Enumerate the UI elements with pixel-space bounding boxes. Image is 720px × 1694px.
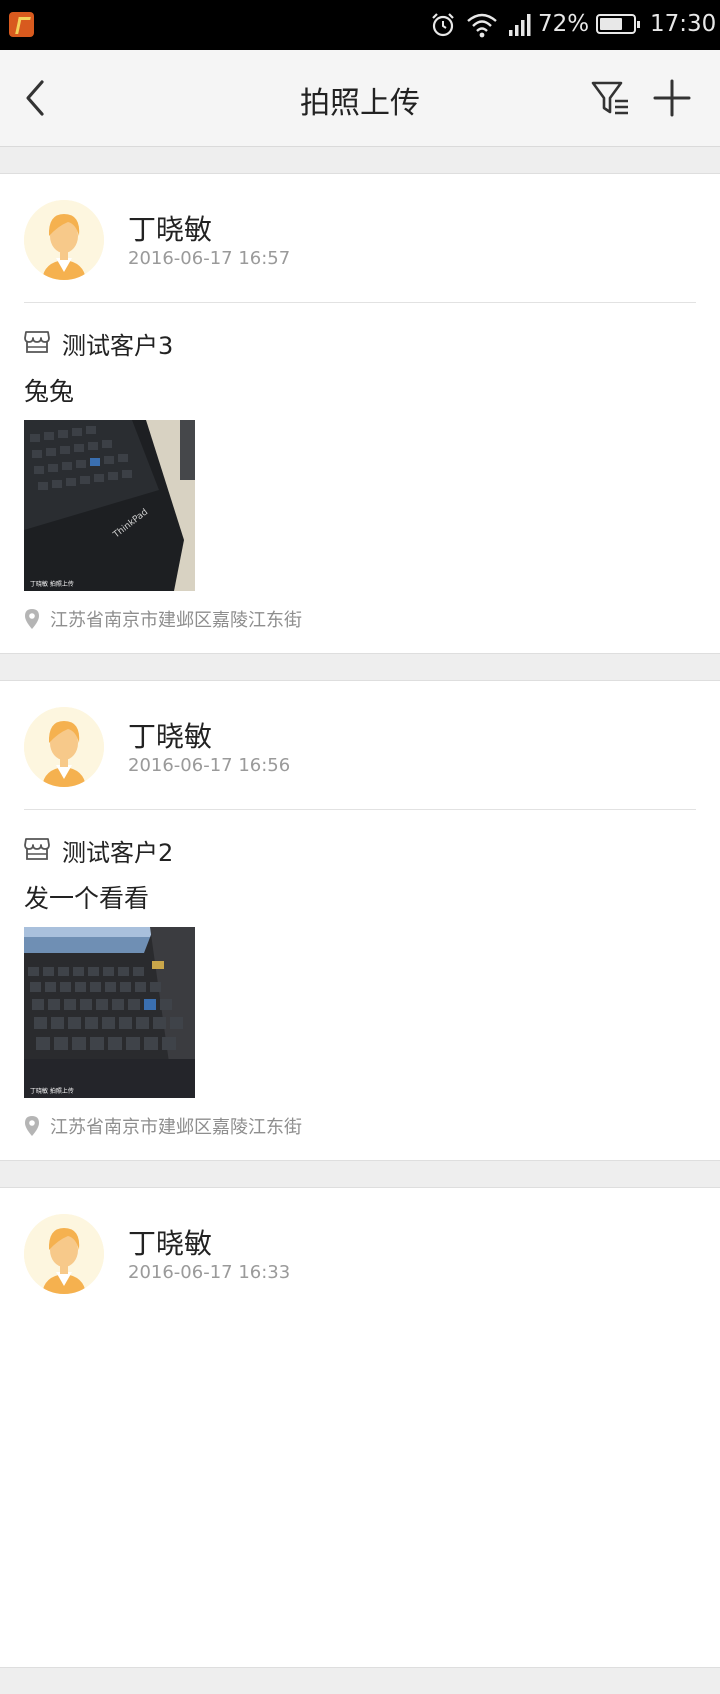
avatar[interactable] [24,1214,104,1294]
photo-caption: 丁晓敏 拍照上传 [30,581,74,588]
customer-name: 测试客户3 [62,332,174,360]
status-bar: 72% 17:30 [0,0,720,50]
photo-caption: 丁晓敏 拍照上传 [30,1088,74,1095]
signal-icon [509,14,531,36]
user-name: 丁晓敏 [128,720,213,753]
filter-icon[interactable] [588,76,632,120]
avatar[interactable] [24,707,104,787]
battery-icon [596,14,640,34]
post-photo[interactable]: 丁晓敏 拍照上传 [24,927,195,1098]
customer-name: 测试客户2 [62,839,174,867]
post-time: 2016-06-17 16:57 [128,248,291,269]
location-text: 江苏省南京市建邺区嘉陵江东街 [50,1117,302,1138]
user-name: 丁晓敏 [128,1227,213,1260]
plus-icon[interactable] [650,76,694,120]
photo-feed: 丁晓敏 2016-06-17 16:57 测试客户3 兔兔 ThinkPad 丁… [0,173,720,1694]
header-bar: 拍照上传 [0,50,720,147]
store-icon [24,838,50,860]
app-notification-icon [9,12,34,37]
user-name: 丁晓敏 [128,213,213,246]
divider [24,809,696,810]
location-text: 江苏省南京市建邺区嘉陵江东街 [50,610,302,631]
post-time: 2016-06-17 16:56 [128,755,291,776]
battery-percent: 72% [538,11,590,37]
alarm-icon [432,13,454,37]
avatar[interactable] [24,200,104,280]
location-pin-icon [25,609,39,629]
location-pin-icon [25,1116,39,1136]
divider [24,302,696,303]
store-icon [24,331,50,353]
clock: 17:30 [650,11,717,37]
post-card[interactable]: 丁晓敏 2016-06-17 16:57 测试客户3 兔兔 ThinkPad 丁… [0,173,720,654]
post-text: 发一个看看 [24,884,150,913]
wifi-icon [467,13,497,38]
post-text: 兔兔 [24,377,75,406]
post-card[interactable]: 丁晓敏 2016-06-17 16:33 [0,1187,720,1668]
post-photo[interactable]: ThinkPad 丁晓敏 拍照上传 [24,420,195,591]
post-card[interactable]: 丁晓敏 2016-06-17 16:56 测试客户2 发一个看看 丁晓敏 拍照上… [0,680,720,1161]
